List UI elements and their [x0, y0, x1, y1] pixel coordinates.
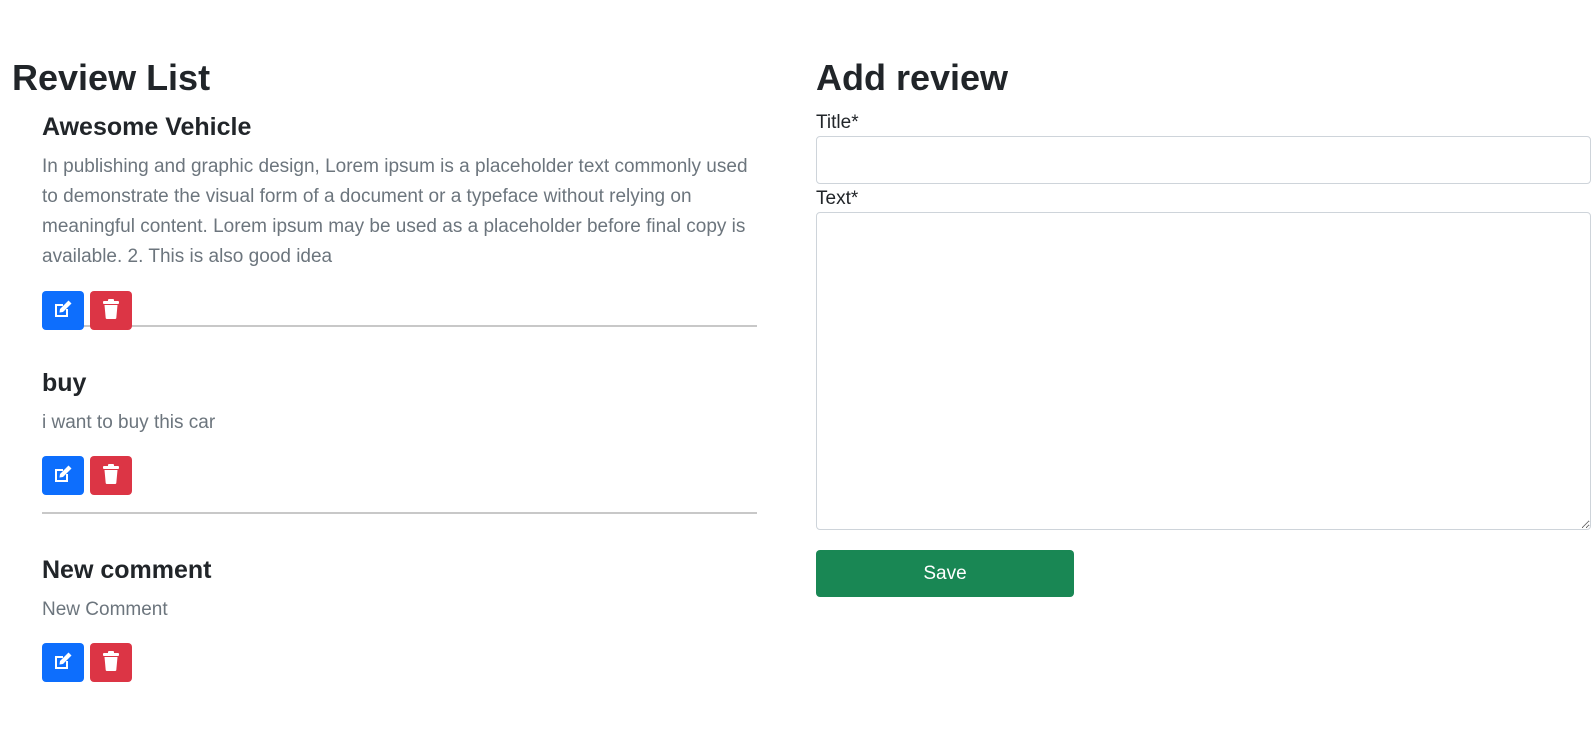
edit-icon	[52, 650, 74, 675]
edit-icon	[52, 298, 74, 323]
review-list: Awesome Vehicle In publishing and graphi…	[42, 100, 757, 694]
review-title: Awesome Vehicle	[42, 113, 252, 141]
save-button[interactable]: Save	[816, 550, 1074, 597]
review-item: New comment New Comment	[42, 514, 757, 694]
review-title: New comment	[42, 556, 212, 584]
trash-icon	[101, 463, 121, 488]
review-actions	[42, 456, 757, 495]
title-input[interactable]	[816, 136, 1591, 184]
edit-review-button[interactable]	[42, 456, 84, 495]
review-text: New Comment	[42, 599, 168, 620]
review-item: Awesome Vehicle In publishing and graphi…	[42, 100, 757, 330]
title-label: Title*	[816, 112, 859, 133]
edit-review-button[interactable]	[42, 291, 84, 330]
review-text: i want to buy this car	[42, 412, 216, 433]
review-list-section: Review List Awesome Vehicle In publishin…	[12, 56, 757, 694]
edit-review-button[interactable]	[42, 643, 84, 682]
review-actions	[42, 643, 757, 682]
review-actions	[42, 291, 757, 330]
review-list-heading: Review List	[12, 57, 211, 98]
add-review-section: Add review Title* Text* Save	[816, 56, 1591, 597]
delete-review-button[interactable]	[90, 291, 132, 330]
trash-icon	[101, 298, 121, 323]
page: Review List Awesome Vehicle In publishin…	[0, 0, 1596, 741]
review-item: buy i want to buy this car	[42, 327, 757, 514]
add-review-form: Title* Text* Save	[816, 100, 1591, 597]
add-review-heading: Add review	[816, 57, 1009, 98]
edit-icon	[52, 463, 74, 488]
text-label: Text*	[816, 188, 859, 209]
review-text: In publishing and graphic design, Lorem …	[42, 156, 748, 267]
review-title: buy	[42, 369, 87, 397]
text-input[interactable]	[816, 212, 1591, 530]
delete-review-button[interactable]	[90, 456, 132, 495]
delete-review-button[interactable]	[90, 643, 132, 682]
trash-icon	[101, 650, 121, 675]
